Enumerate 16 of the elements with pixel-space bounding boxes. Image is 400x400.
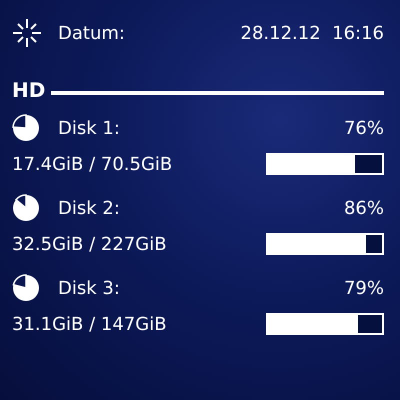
usage-percent: 86% [344,198,384,218]
usage-amount: 32.5GiB / 227GiB [12,234,167,254]
disk-name: Disk 1: [58,118,120,138]
date-time-value: 28.12.12 16:16 [240,22,384,44]
section-title: HD [12,78,46,102]
usage-amount: 31.1GiB / 147GiB [12,314,167,334]
disk-name: Disk 2: [58,198,120,218]
sparkle-icon [12,18,42,48]
usage-amount: 17.4GiB / 70.5GiB [12,154,172,174]
pie-chart-icon [12,274,40,302]
pie-chart-icon [12,194,40,222]
usage-percent: 76% [344,118,384,138]
date-label: Datum: [58,22,126,44]
usage-percent: 79% [344,278,384,298]
pie-chart-icon [12,114,40,142]
disk-name: Disk 3: [58,278,120,298]
